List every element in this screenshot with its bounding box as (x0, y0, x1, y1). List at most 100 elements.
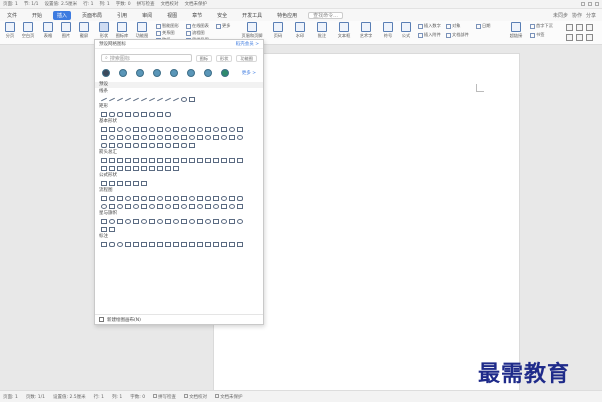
icon-library-button[interactable]: 图标库 (114, 22, 130, 39)
line-shape[interactable] (173, 97, 179, 101)
flowchart-shape[interactable] (237, 203, 243, 209)
basic-shape[interactable] (125, 142, 131, 148)
arrow-shape[interactable] (221, 157, 227, 163)
basic-shape[interactable] (197, 126, 203, 132)
recommended-icon[interactable] (170, 69, 178, 77)
flowchart-shape[interactable] (149, 203, 155, 209)
basic-shape[interactable] (189, 134, 195, 140)
equation-shape[interactable] (109, 180, 115, 186)
flowchart-shape[interactable] (125, 195, 131, 201)
basic-shape[interactable] (109, 142, 115, 148)
title-item[interactable]: 文档未保护 (185, 1, 208, 7)
basic-shape[interactable] (213, 126, 219, 132)
tab-view[interactable]: 视图 (163, 11, 181, 20)
flowchart-shape[interactable] (229, 195, 235, 201)
member-link[interactable]: 稻壳会员 > (236, 41, 259, 47)
new-canvas-button[interactable]: 新建绘图画布(N) (95, 314, 263, 324)
rect-shape[interactable] (125, 111, 131, 117)
rect-shape[interactable] (165, 111, 171, 117)
flowchart-shape[interactable] (197, 195, 203, 201)
callout-shape[interactable] (181, 241, 187, 247)
formula-button[interactable]: 公式 (398, 22, 414, 39)
basic-shape[interactable] (157, 126, 163, 132)
flowchart-shape[interactable] (141, 195, 147, 201)
insert-attachment-button[interactable]: 插入附件 (418, 32, 441, 38)
arrow-shape[interactable] (229, 157, 235, 163)
arrow-shape[interactable] (165, 157, 171, 163)
callout-shape[interactable] (133, 241, 139, 247)
flowchart-shape[interactable] (181, 195, 187, 201)
basic-shape[interactable] (205, 134, 211, 140)
arrow-shape[interactable] (141, 157, 147, 163)
banner-shape[interactable] (101, 226, 107, 232)
tab-developer[interactable]: 开发工具 (238, 11, 266, 20)
basic-shape[interactable] (197, 134, 203, 140)
view-icon[interactable] (576, 24, 583, 31)
view-icon[interactable] (566, 34, 573, 41)
title-item[interactable]: 文档校对 (161, 1, 179, 7)
banner-shape[interactable] (109, 226, 115, 232)
arrow-shape[interactable] (173, 157, 179, 163)
callout-shape[interactable] (237, 241, 243, 247)
line-shape[interactable] (133, 97, 139, 101)
recommended-icon[interactable] (153, 69, 161, 77)
basic-shape[interactable] (213, 134, 219, 140)
callout-shape[interactable] (173, 241, 179, 247)
line-shape[interactable] (109, 97, 115, 101)
recommended-icon[interactable] (119, 69, 127, 77)
tab-references[interactable]: 引用 (113, 11, 131, 20)
flowchart-shape[interactable] (221, 195, 227, 201)
screenshot-button[interactable]: 截屏 (76, 22, 92, 39)
basic-shape[interactable] (125, 126, 131, 132)
tab-security[interactable]: 安全 (213, 11, 231, 20)
curve-shape[interactable] (181, 96, 187, 102)
basic-shape[interactable] (189, 126, 195, 132)
basic-shape[interactable] (141, 142, 147, 148)
word-art-button[interactable]: 艺术字 (358, 22, 374, 39)
table-button[interactable]: 表格 (40, 22, 56, 39)
arrow-shape[interactable] (213, 157, 219, 163)
callout-shape[interactable] (101, 241, 107, 247)
line-shape[interactable] (157, 97, 163, 101)
flowchart-shape[interactable] (229, 203, 235, 209)
basic-shape[interactable] (181, 126, 187, 132)
online-chart-button[interactable]: 在线图表 (186, 23, 209, 29)
minimize-icon[interactable] (581, 2, 585, 6)
star-shape[interactable] (165, 218, 171, 224)
arrow-shape[interactable] (205, 157, 211, 163)
star-shape[interactable] (125, 218, 131, 224)
icon-search-input[interactable]: ⌕ 搜索图标 (101, 54, 192, 62)
basic-shape[interactable] (165, 142, 171, 148)
callout-shape[interactable] (229, 241, 235, 247)
arrow-shape[interactable] (165, 165, 171, 171)
basic-shape[interactable] (141, 126, 147, 132)
basic-shape[interactable] (237, 134, 243, 140)
arrow-shape[interactable] (173, 165, 179, 171)
maximize-icon[interactable] (588, 2, 592, 6)
basic-shape[interactable] (117, 134, 123, 140)
recommended-icon[interactable] (102, 69, 110, 77)
equation-shape[interactable] (101, 180, 107, 186)
basic-shape[interactable] (173, 142, 179, 148)
flowchart-shape[interactable] (237, 195, 243, 201)
arrow-shape[interactable] (149, 157, 155, 163)
flowchart-shape[interactable] (109, 203, 115, 209)
flowchart-shape[interactable] (141, 203, 147, 209)
icons-more-link[interactable]: 更多 > (242, 70, 256, 76)
flowchart-shape[interactable] (117, 203, 123, 209)
callout-shape[interactable] (205, 241, 211, 247)
basic-shape[interactable] (149, 142, 155, 148)
callout-shape[interactable] (109, 241, 115, 247)
insert-number-button[interactable]: 插入数字 (418, 23, 441, 29)
equation-shape[interactable] (141, 180, 147, 186)
rect-shape[interactable] (149, 111, 155, 117)
flowchart-shape[interactable] (197, 203, 203, 209)
bookmark-button[interactable]: 书签 (530, 32, 544, 38)
basic-shape[interactable] (157, 142, 163, 148)
object-button[interactable]: 对象 (446, 23, 460, 29)
filter-chip-shape[interactable]: 形状 (216, 54, 233, 62)
sync-status[interactable]: 未同步 (553, 12, 568, 19)
line-shape[interactable] (125, 97, 131, 101)
arrow-shape[interactable] (157, 165, 163, 171)
callout-shape[interactable] (189, 241, 195, 247)
